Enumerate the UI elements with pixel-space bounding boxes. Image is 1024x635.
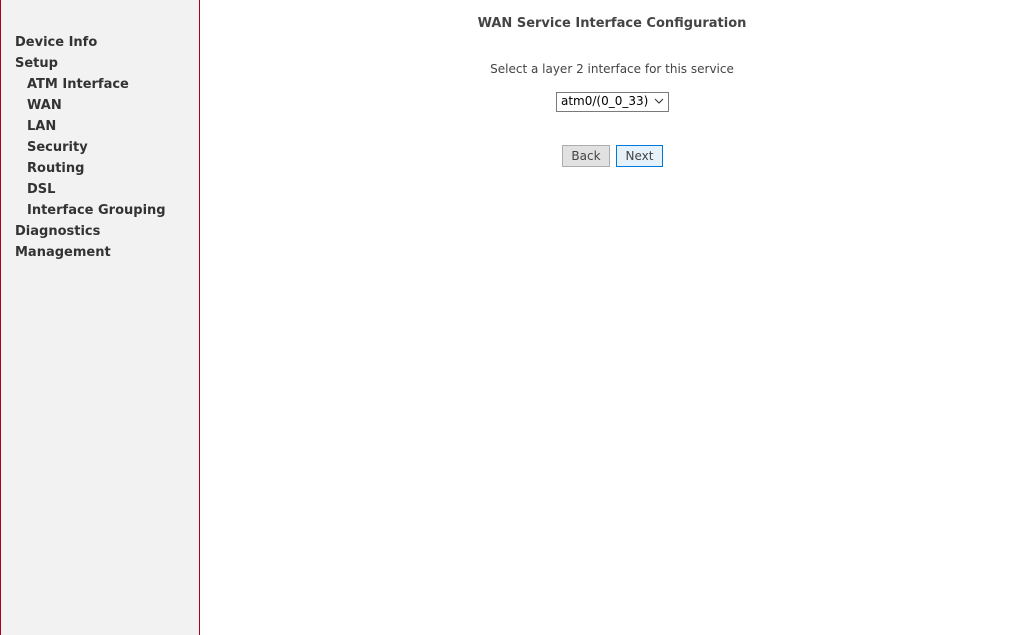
chevron-down-icon [654,98,664,104]
sidebar-item-security[interactable]: Security [15,137,166,158]
layer2-interface-selected-value: atm0/(0_0_33) [561,94,649,108]
sidebar-item-routing[interactable]: Routing [15,158,166,179]
sidebar-item-wan[interactable]: WAN [15,95,166,116]
sidebar-item-dsl[interactable]: DSL [15,179,166,200]
sidebar-item-management[interactable]: Management [15,242,166,263]
sidebar-nav: Device Info Setup ATM Interface WAN LAN … [15,32,166,263]
next-button[interactable]: Next [616,145,663,167]
sidebar-item-interface-grouping[interactable]: Interface Grouping [15,200,166,221]
back-button[interactable]: Back [562,145,610,167]
main-content: WAN Service Interface Configuration Sele… [200,0,1024,635]
page-title: WAN Service Interface Configuration [477,16,747,31]
sidebar: Device Info Setup ATM Interface WAN LAN … [0,0,200,635]
layer2-interface-select[interactable]: atm0/(0_0_33) [556,92,669,112]
sidebar-item-device-info[interactable]: Device Info [15,32,166,53]
interface-instruction: Select a layer 2 interface for this serv… [490,62,734,76]
sidebar-item-setup[interactable]: Setup [15,53,166,74]
sidebar-item-atm-interface[interactable]: ATM Interface [15,74,166,95]
sidebar-item-lan[interactable]: LAN [15,116,166,137]
sidebar-item-diagnostics[interactable]: Diagnostics [15,221,166,242]
